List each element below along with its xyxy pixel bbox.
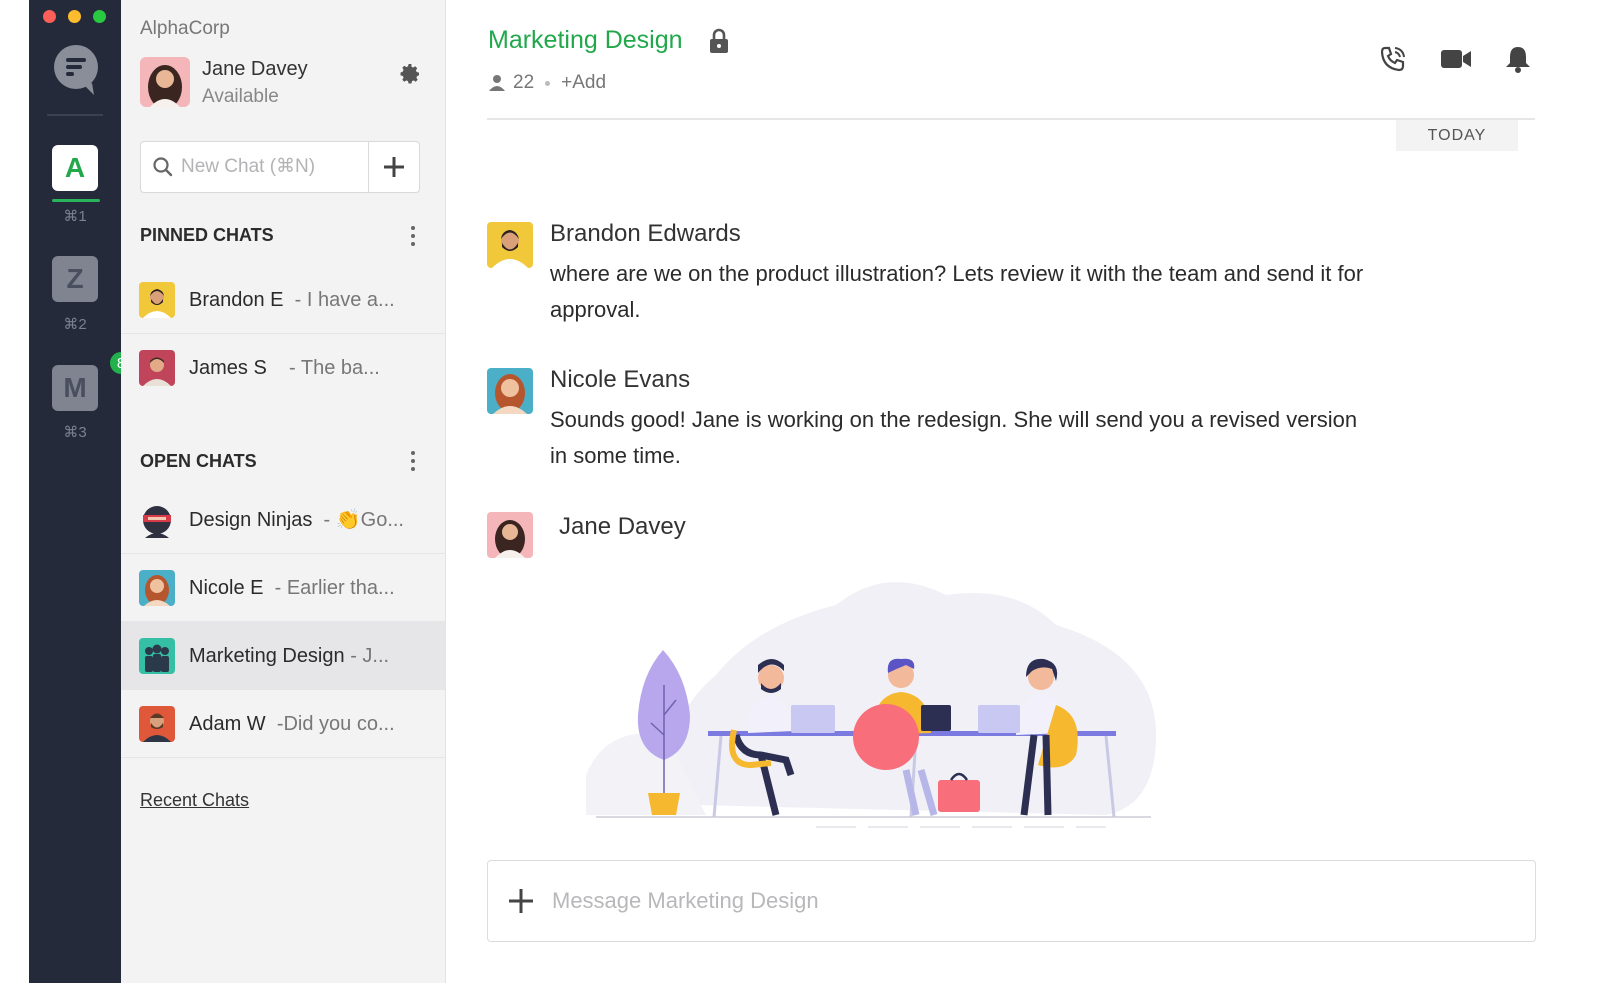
avatar[interactable] xyxy=(487,368,533,414)
plus-icon xyxy=(384,157,404,177)
avatar[interactable] xyxy=(487,222,533,268)
active-workspace-indicator xyxy=(52,199,100,202)
app-window: A ⌘1 Z ⌘2 M 8 ⌘3 AlphaCorp Jane Davey Av… xyxy=(0,0,1600,1003)
chat-row-james[interactable]: James S - The ba... xyxy=(121,334,445,402)
conversation-pane: Marketing Design 22 +Add TODAY Brandon E… xyxy=(446,0,1600,983)
chat-row-brandon[interactable]: Brandon E - I have a... xyxy=(121,266,445,334)
chat-row-nicole[interactable]: Nicole E - Earlier tha... xyxy=(121,554,445,622)
workspace-shortcut: ⌘2 xyxy=(63,316,87,333)
workspace-letter: M xyxy=(63,372,87,403)
chat-preview: - I have a... xyxy=(294,289,395,311)
window-minimize-button[interactable] xyxy=(68,10,81,23)
message-item: Brandon Edwards where are we on the prod… xyxy=(487,220,1387,332)
pinned-menu-icon[interactable] xyxy=(410,226,416,250)
open-chats-menu-icon[interactable] xyxy=(410,451,416,475)
app-logo-icon xyxy=(54,45,98,95)
separator-dot xyxy=(545,80,551,86)
lock-icon xyxy=(710,28,728,53)
chat-name: Nicole E xyxy=(189,577,264,599)
workspace-m-button[interactable]: M xyxy=(52,365,98,411)
message-item: Nicole Evans Sounds good! Jane is workin… xyxy=(487,366,1387,478)
channel-members: 22 +Add xyxy=(488,72,606,94)
message-text: Sounds good! Jane is working on the rede… xyxy=(550,407,1358,468)
avatar xyxy=(139,350,175,386)
chat-preview: - The ba... xyxy=(289,357,380,379)
avatar xyxy=(139,706,175,742)
add-member-button[interactable]: +Add xyxy=(561,72,606,94)
chat-row-marketing-design[interactable]: Marketing Design - J... xyxy=(121,622,445,690)
chat-preview: - 👏Go... xyxy=(323,509,404,531)
window-zoom-button[interactable] xyxy=(93,10,106,23)
org-name: AlphaCorp xyxy=(140,18,230,39)
person-icon xyxy=(489,75,505,91)
open-chats-heading: OPEN CHATS xyxy=(140,451,257,471)
phone-icon[interactable] xyxy=(1378,44,1408,74)
message-input[interactable] xyxy=(552,861,1512,941)
avatar xyxy=(139,638,175,674)
chat-row-label: Design Ninjas - 👏Go... xyxy=(189,486,404,554)
date-divider: TODAY xyxy=(1396,120,1518,151)
attach-plus-icon[interactable] xyxy=(506,886,536,916)
workspace-shortcut: ⌘1 xyxy=(63,208,87,225)
workspace-shortcut: ⌘3 xyxy=(63,424,87,441)
chat-row-adam[interactable]: Adam W -Did you co... xyxy=(121,690,445,758)
workspace-rail: A ⌘1 Z ⌘2 M 8 ⌘3 xyxy=(29,0,134,983)
message-author[interactable]: Jane Davey xyxy=(559,513,686,541)
avatar xyxy=(139,570,175,606)
chat-name: Adam W xyxy=(189,713,266,735)
bell-icon[interactable] xyxy=(1504,44,1532,74)
window-close-button[interactable] xyxy=(43,10,56,23)
channel-title: Marketing Design xyxy=(488,26,683,54)
chat-row-label: Nicole E - Earlier tha... xyxy=(189,554,395,622)
team-illustration xyxy=(586,582,1156,828)
workspace-a-button[interactable]: A xyxy=(52,145,98,191)
chat-preview: -Did you co... xyxy=(276,713,395,735)
chat-row-label: James S - The ba... xyxy=(189,334,380,402)
user-name: Jane Davey xyxy=(202,58,308,80)
avatar xyxy=(139,502,175,538)
avatar xyxy=(139,282,175,318)
chat-row-design-ninjas[interactable]: Design Ninjas - 👏Go... xyxy=(121,486,445,554)
chat-name: Brandon E xyxy=(189,289,284,311)
message-author[interactable]: Nicole Evans xyxy=(550,366,690,394)
rail-divider xyxy=(47,114,103,116)
new-chat-button[interactable] xyxy=(368,142,419,192)
chat-sidebar: AlphaCorp Jane Davey Available PINNED CH… xyxy=(121,0,446,983)
chat-name: Design Ninjas xyxy=(189,509,313,531)
member-count[interactable]: 22 xyxy=(513,72,534,94)
video-camera-icon[interactable] xyxy=(1440,44,1472,74)
chat-row-label: Adam W -Did you co... xyxy=(189,690,395,758)
chat-name: James S xyxy=(189,357,267,379)
workspace-z-button[interactable]: Z xyxy=(52,256,98,302)
avatar[interactable] xyxy=(487,512,533,558)
search-icon xyxy=(153,157,173,177)
new-chat-search xyxy=(140,141,420,193)
workspace-letter: Z xyxy=(66,263,84,294)
recent-chats-link[interactable]: Recent Chats xyxy=(140,790,249,811)
user-status[interactable]: Available xyxy=(202,86,279,108)
message-text: where are we on the product illustration… xyxy=(550,261,1364,322)
pinned-chats-heading: PINNED CHATS xyxy=(140,225,274,245)
search-input[interactable] xyxy=(181,142,366,192)
chat-row-label: Marketing Design - J... xyxy=(189,622,389,690)
chat-row-label: Brandon E - I have a... xyxy=(189,266,395,334)
gear-icon[interactable] xyxy=(398,62,422,86)
header-divider xyxy=(487,118,1535,120)
chat-name: Marketing Design xyxy=(189,645,345,667)
message-author[interactable]: Brandon Edwards xyxy=(550,220,741,248)
message-item: Jane Davey xyxy=(487,512,1387,562)
chat-preview: - Earlier tha... xyxy=(274,577,395,599)
workspace-letter: A xyxy=(64,152,86,183)
user-avatar[interactable] xyxy=(140,57,190,107)
message-composer xyxy=(487,860,1536,942)
chat-preview: - J... xyxy=(350,645,390,667)
